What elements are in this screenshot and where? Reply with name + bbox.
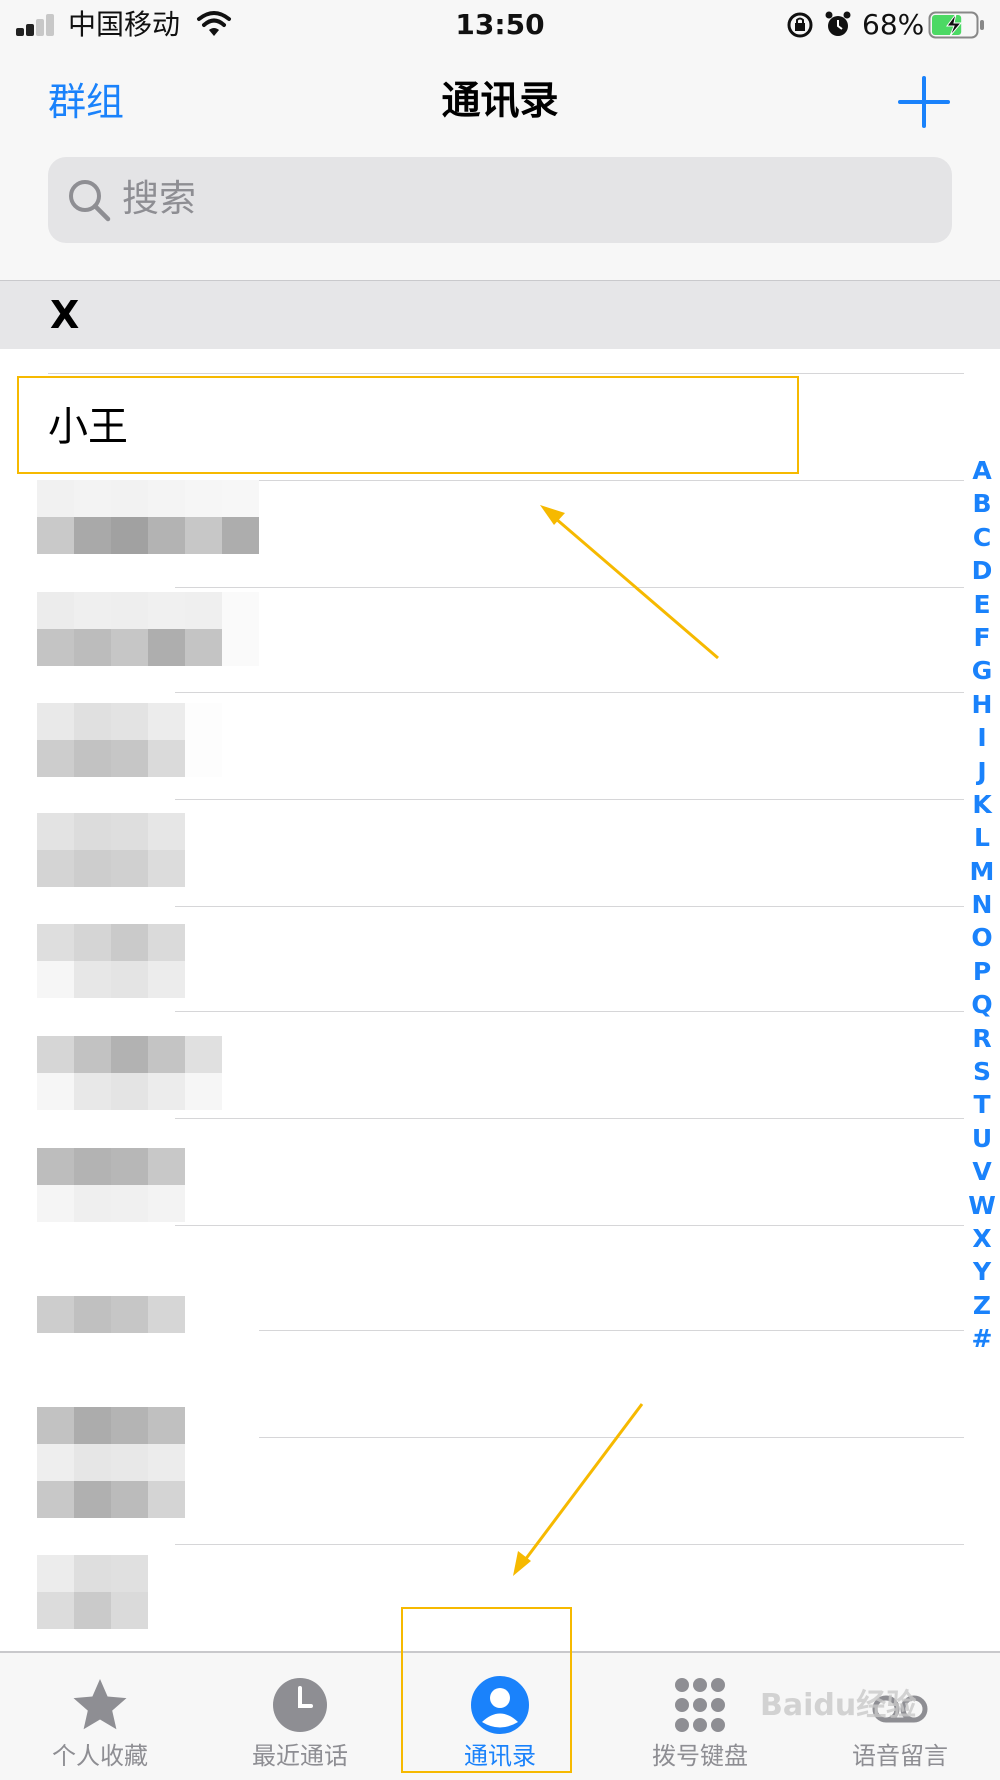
clock-icon (273, 1678, 327, 1732)
alpha-index-letter[interactable]: Q (966, 988, 998, 1021)
blurred-contact-row[interactable] (37, 1036, 259, 1110)
row-divider (175, 587, 964, 588)
alpha-index-letter[interactable]: J (966, 755, 998, 788)
row-divider (175, 1225, 964, 1226)
row-divider (175, 1437, 964, 1438)
alpha-index-letter[interactable]: K (966, 788, 998, 821)
row-divider (175, 1330, 964, 1331)
alpha-index-letter[interactable]: E (966, 588, 998, 621)
alpha-index-letter[interactable]: Z (966, 1289, 998, 1322)
row-divider (175, 692, 964, 693)
alpha-index-letter[interactable]: F (966, 621, 998, 654)
contact-row[interactable] (17, 376, 799, 474)
rotation-lock-icon (787, 12, 813, 38)
blurred-contact-row[interactable] (37, 1555, 259, 1629)
battery-charging-icon (928, 11, 984, 39)
alpha-index-letter[interactable]: M (966, 855, 998, 888)
alpha-index-letter[interactable]: A (966, 454, 998, 487)
row-divider (175, 1118, 964, 1119)
alpha-index-letter[interactable]: D (966, 554, 998, 587)
alpha-index-letter[interactable]: Y (966, 1255, 998, 1288)
add-contact-button[interactable] (896, 74, 952, 130)
search-icon (69, 180, 111, 222)
tab-label: 语音留言 (852, 1742, 948, 1770)
tab-label: 拨号键盘 (652, 1742, 748, 1770)
row-divider (48, 373, 964, 374)
watermark: Baidu经验 (760, 1688, 917, 1723)
blurred-contact-row[interactable] (37, 480, 259, 554)
tab-recents[interactable]: 最近通话 (200, 1653, 400, 1780)
keypad-icon (675, 1678, 725, 1732)
alpha-index-letter[interactable]: S (966, 1055, 998, 1088)
row-divider (175, 1544, 964, 1545)
section-letter: X (50, 293, 80, 337)
alpha-index-letter[interactable]: R (966, 1022, 998, 1055)
blurred-contact-row[interactable] (37, 813, 259, 887)
row-divider (175, 799, 964, 800)
alpha-index-letter[interactable]: T (966, 1088, 998, 1121)
alpha-index-letter[interactable]: O (966, 921, 998, 954)
alpha-index-letter[interactable]: V (966, 1155, 998, 1188)
tab-label: 个人收藏 (52, 1742, 148, 1770)
blurred-contact-row[interactable] (37, 592, 259, 666)
blurred-contact-row[interactable] (37, 1259, 259, 1333)
alpha-index-letter[interactable]: G (966, 654, 998, 687)
alarm-icon (825, 11, 851, 36)
alpha-index-letter[interactable]: P (966, 955, 998, 988)
row-divider (175, 1011, 964, 1012)
section-header: X (0, 280, 1000, 349)
blurred-contact-row[interactable] (37, 1444, 259, 1518)
row-divider (175, 906, 964, 907)
arrow-to-contact (540, 505, 719, 660)
alpha-index-letter[interactable]: H (966, 688, 998, 721)
alpha-index-letter[interactable]: X (966, 1222, 998, 1255)
star-icon (73, 1679, 127, 1730)
alpha-index-letter[interactable]: L (966, 821, 998, 854)
search-input[interactable]: 搜索 (48, 157, 952, 243)
blurred-contact-row[interactable] (37, 1148, 259, 1222)
status-bar: 中国移动 13:50 68% (0, 0, 1000, 52)
alphabet-index[interactable]: A B C D E F G H I J K L M N O P Q R S T U V W X Y Z # (966, 454, 998, 1356)
alpha-index-letter[interactable]: # (966, 1322, 998, 1355)
alpha-index-letter[interactable]: U (966, 1122, 998, 1155)
alpha-index-letter[interactable]: C (966, 521, 998, 554)
blurred-contact-row[interactable] (37, 703, 259, 777)
blurred-contact-row[interactable] (37, 924, 259, 998)
blurred-contact-row[interactable] (37, 1370, 259, 1444)
tab-label: 最近通话 (252, 1742, 348, 1770)
alpha-index-letter[interactable]: I (966, 721, 998, 754)
tab-favorites[interactable]: 个人收藏 (0, 1653, 200, 1780)
annotation-highlight-box (401, 1607, 572, 1773)
alpha-index-letter[interactable]: N (966, 888, 998, 921)
alpha-index-letter[interactable]: W (966, 1189, 998, 1222)
battery-percent: 68% (862, 8, 925, 41)
alpha-index-letter[interactable]: B (966, 487, 998, 520)
navigation-header: 群组 通讯录 搜索 (0, 52, 1000, 280)
contact-name: 小王 (48, 404, 128, 450)
arrow-to-contacts-tab (513, 1403, 644, 1576)
search-placeholder: 搜索 (122, 177, 196, 220)
page-title: 通讯录 (441, 79, 559, 124)
